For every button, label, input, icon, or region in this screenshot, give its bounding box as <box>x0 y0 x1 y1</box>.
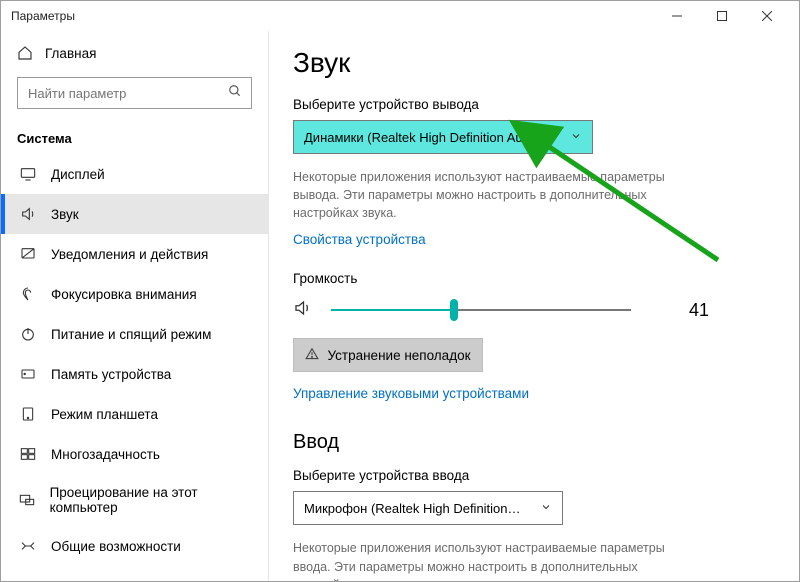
output-device-select[interactable]: Динамики (Realtek High Definition Audio) <box>293 120 593 154</box>
sidebar-item-label: Режим планшета <box>51 407 158 422</box>
window-title: Параметры <box>11 9 75 23</box>
sidebar-item-label: Память устройства <box>51 367 171 382</box>
sidebar-item-label: Питание и спящий режим <box>51 327 211 342</box>
storage-icon <box>19 365 37 383</box>
home-icon <box>17 45 33 61</box>
sidebar-item-notifications[interactable]: Уведомления и действия <box>1 234 268 274</box>
output-device-properties-link[interactable]: Свойства устройства <box>293 232 426 247</box>
focus-icon <box>19 285 37 303</box>
manage-sound-devices-link[interactable]: Управление звуковыми устройствами <box>293 386 529 401</box>
notify-icon <box>19 245 37 263</box>
sound-icon <box>19 205 37 223</box>
troubleshoot-button[interactable]: Устранение неполадок <box>293 338 483 372</box>
maximize-button[interactable] <box>699 1 744 31</box>
troubleshoot-label: Устранение неполадок <box>327 348 470 363</box>
multi-icon <box>19 445 37 463</box>
settings-window: Параметры Главная <box>0 0 800 582</box>
sidebar-item-multitask[interactable]: Многозадачность <box>1 434 268 474</box>
sidebar: Главная Система Дисплей Звук <box>1 31 269 581</box>
volume-label: Громкость <box>293 271 763 286</box>
volume-value: 41 <box>689 300 709 321</box>
project-icon <box>19 491 36 509</box>
home-nav[interactable]: Главная <box>1 37 268 69</box>
sidebar-item-shared[interactable]: Общие возможности <box>1 526 268 566</box>
minimize-button[interactable] <box>654 1 699 31</box>
sidebar-item-display[interactable]: Дисплей <box>1 154 268 194</box>
search-input[interactable] <box>17 77 252 109</box>
sidebar-item-sound[interactable]: Звук <box>1 194 268 234</box>
shared-icon <box>19 537 37 555</box>
main-content: Звук Выберите устройство вывода Динамики… <box>269 31 799 581</box>
input-heading: Ввод <box>293 431 763 454</box>
sidebar-item-tablet[interactable]: Режим планшета <box>1 394 268 434</box>
sidebar-item-label: Проецирование на этот компьютер <box>50 485 252 515</box>
volume-row: 41 <box>293 298 763 322</box>
sidebar-item-power[interactable]: Питание и спящий режим <box>1 314 268 354</box>
volume-slider[interactable] <box>331 298 631 322</box>
sidebar-item-label: Общие возможности <box>51 539 181 554</box>
sidebar-item-label: Многозадачность <box>51 447 160 462</box>
sidebar-item-label: Дисплей <box>51 167 105 182</box>
chevron-down-icon <box>570 130 582 145</box>
sidebar-item-focus[interactable]: Фокусировка внимания <box>1 274 268 314</box>
sidebar-item-storage[interactable]: Память устройства <box>1 354 268 394</box>
search-container <box>17 77 252 109</box>
sidebar-item-label: Фокусировка внимания <box>51 287 197 302</box>
chevron-down-icon <box>540 501 552 516</box>
sidebar-nav: Дисплей Звук Уведомления и действия Фоку… <box>1 154 268 581</box>
input-hint: Некоторые приложения используют настраив… <box>293 539 703 581</box>
input-device-label: Выберите устройства ввода <box>293 468 763 483</box>
tablet-icon <box>19 405 37 423</box>
sidebar-item-project[interactable]: Проецирование на этот компьютер <box>1 474 268 526</box>
home-label: Главная <box>45 46 96 61</box>
output-hint: Некоторые приложения используют настраив… <box>293 168 703 222</box>
sidebar-item-label: Уведомления и действия <box>51 247 208 262</box>
display-icon <box>19 165 37 183</box>
power-icon <box>19 325 37 343</box>
output-device-label: Выберите устройство вывода <box>293 97 763 112</box>
input-device-select[interactable]: Микрофон (Realtek High Definition… <box>293 491 563 525</box>
search-icon <box>228 84 244 100</box>
page-title: Звук <box>293 47 763 79</box>
output-device-value: Динамики (Realtek High Definition Audio) <box>304 130 544 145</box>
sidebar-item-label: Звук <box>51 207 79 222</box>
input-device-value: Микрофон (Realtek High Definition… <box>304 501 521 516</box>
close-button[interactable] <box>744 1 789 31</box>
sidebar-section-header: Система <box>1 121 268 154</box>
warning-icon <box>305 347 319 364</box>
volume-icon[interactable] <box>293 299 313 322</box>
titlebar: Параметры <box>1 1 799 31</box>
